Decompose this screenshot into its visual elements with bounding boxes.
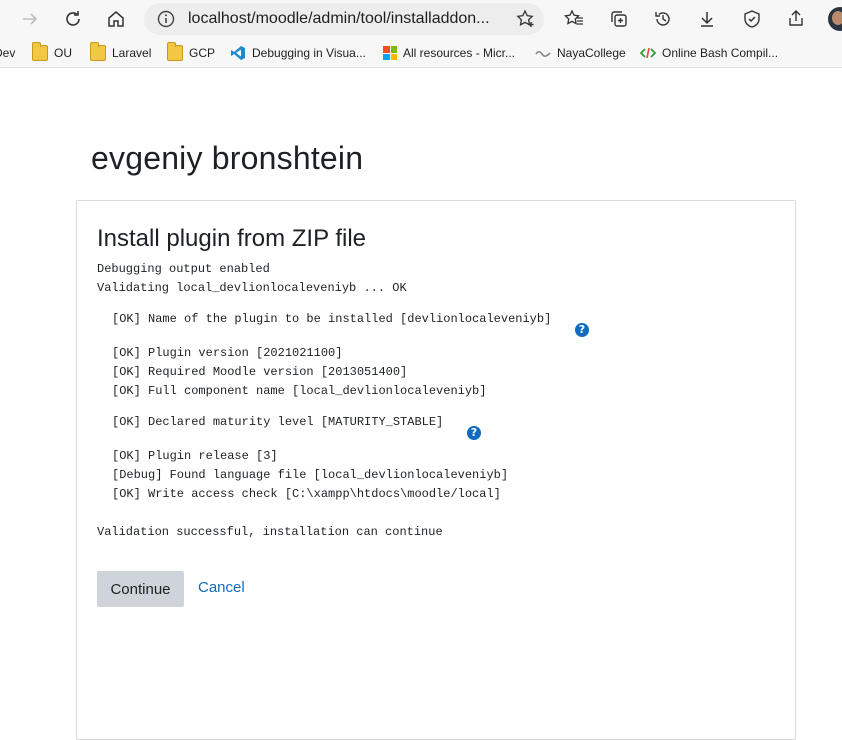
browser-toolbar: localhost/moodle/admin/tool/installaddon… [0,0,842,38]
browser-essentials-icon[interactable] [740,7,764,31]
bookmark-ou[interactable]: OU [32,42,72,63]
check-line: [OK] Required Moodle version [2013051400… [112,365,408,379]
check-line: [OK] Plugin release [3] [112,449,278,463]
bookmark-azure[interactable]: All resources - Micr... [383,43,515,63]
info-icon[interactable] [156,9,176,29]
validation-result: Validation successful, installation can … [97,525,443,539]
help-icon[interactable]: ? [575,323,589,337]
vscode-icon [230,45,246,61]
validating-line: Validating local_devlionlocaleveniyb ...… [97,281,407,295]
page-title: evgeniy bronshtein [91,140,364,176]
install-plugin-card: Install plugin from ZIP file Debugging o… [76,200,796,740]
code-icon [639,45,657,61]
bookmark-laravel[interactable]: Laravel [90,42,152,63]
add-favorite-icon[interactable] [516,9,536,29]
check-line: [OK] Plugin version [2021021100] [112,346,343,360]
cancel-link[interactable]: Cancel [198,579,245,596]
bookmark-naya[interactable]: NayaCollege [535,43,626,63]
share-icon[interactable] [784,7,808,31]
refresh-icon[interactable] [61,7,85,31]
bookmark-bash[interactable]: Online Bash Compil... [639,43,779,63]
debug-status-line: Debugging output enabled [97,262,270,276]
bookmark-dev[interactable]: Dev [0,43,15,63]
bookmark-vscode[interactable]: Debugging in Visua... [230,43,366,63]
favorites-icon[interactable] [562,7,586,31]
bookmark-gcp[interactable]: GCP [167,42,216,63]
bookmark-label: Dev [0,46,16,60]
folder-icon [90,42,106,61]
check-line: [OK] Name of the plugin to be installed … [112,312,552,326]
bookmark-label: Debugging in Visua... [252,46,366,60]
folder-icon [32,42,48,61]
check-line: [OK] Full component name [local_devlionl… [112,384,487,398]
profile-avatar[interactable] [828,7,842,31]
downloads-icon[interactable] [695,7,719,31]
home-icon[interactable] [104,7,128,31]
continue-button[interactable]: Continue [97,571,184,607]
folder-icon [167,42,183,61]
bookmark-label: GCP [189,46,216,60]
help-icon[interactable]: ? [467,426,481,440]
card-heading: Install plugin from ZIP file [97,225,367,252]
bookmark-label: NayaCollege [557,46,626,60]
check-line: [OK] Declared maturity level [MATURITY_S… [112,415,444,429]
microsoft-icon [383,46,397,60]
history-icon[interactable] [651,7,675,31]
check-line: [Debug] Found language file [local_devli… [112,468,509,482]
bookmark-label: All resources - Micr... [403,46,516,60]
bookmark-label: Online Bash Compil... [662,46,779,60]
collections-icon[interactable] [607,7,631,31]
bookmarks-bar: Dev OU Laravel GCP Debugging in Visua...… [0,38,842,68]
url-text[interactable]: localhost/moodle/admin/tool/installaddon… [188,10,508,28]
bookmark-label: Laravel [112,46,152,60]
forward-icon[interactable] [18,7,42,31]
check-line: [OK] Write access check [C:\xampp\htdocs… [112,487,501,501]
naya-icon [535,45,551,61]
address-bar[interactable]: localhost/moodle/admin/tool/installaddon… [144,3,544,35]
bookmark-label: OU [54,46,72,60]
